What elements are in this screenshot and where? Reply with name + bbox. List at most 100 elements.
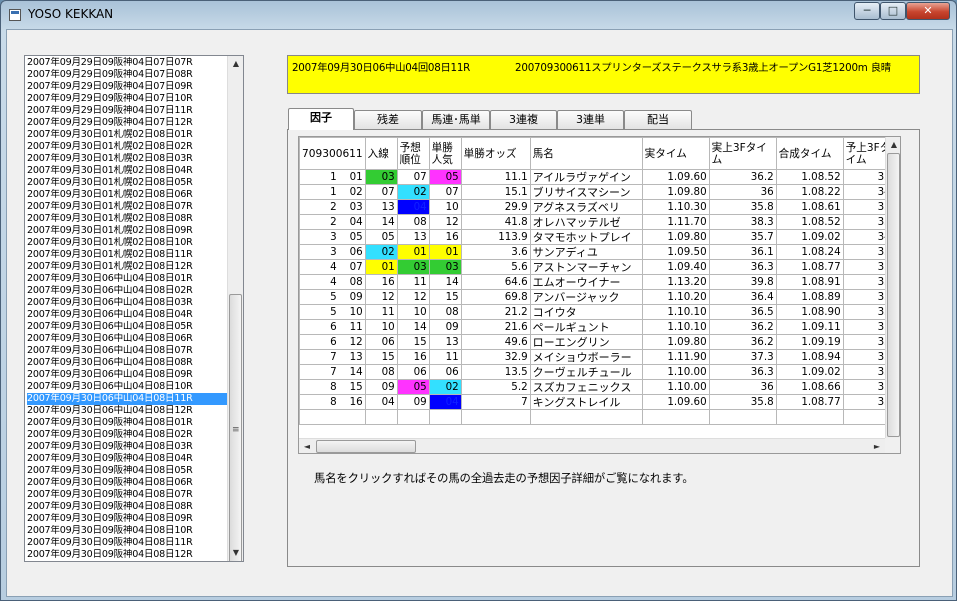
race-list-item[interactable]: 2007年09月30日01札幌02日08日05R	[27, 177, 227, 189]
race-list-item[interactable]: 2007年09月30日01札幌02日08日10R	[27, 237, 227, 249]
horse-name-cell[interactable]: ローエングリン	[529, 334, 643, 350]
table-row[interactable]: 51011100821.2コイウタ1.10.1036.51.08.9035	[299, 304, 894, 320]
race-list-item[interactable]: 2007年09月30日06中山04日08日10R	[27, 381, 227, 393]
grid-horizontal-thumb[interactable]	[316, 440, 416, 453]
column-header[interactable]: 実上3Fタイム	[708, 137, 777, 170]
race-list-item[interactable]: 2007年09月30日09阪神04日08日01R	[27, 417, 227, 429]
column-header[interactable]: 単勝人気	[428, 137, 462, 170]
race-list-item[interactable]: 2007年09月29日09阪神04日07日10R	[27, 93, 227, 105]
race-list-item[interactable]: 2007年09月30日06中山04日08日11R	[27, 393, 227, 405]
race-list-item[interactable]: 2007年09月30日09阪神04日08日06R	[27, 477, 227, 489]
table-row[interactable]: 4070103035.6アストンマーチャン1.09.4036.31.08.773…	[299, 259, 894, 275]
horse-name-cell[interactable]: エムオーウイナー	[529, 274, 643, 290]
race-list-item[interactable]: 2007年09月30日01札幌02日08日07R	[27, 201, 227, 213]
table-row[interactable]: 3 05 05 13 16 113.9 タマモホットプレイ 1.09.80 35.7 1.09.0…	[299, 229, 894, 245]
race-list-item[interactable]: 2007年09月30日09阪神04日08日05R	[27, 465, 227, 477]
horse-name-cell[interactable]: アストンマーチャン	[529, 259, 643, 275]
race-list-item[interactable]: 2007年09月29日09阪神04日07日07R	[27, 57, 227, 69]
horse-name-cell[interactable]: ブリサイスマシーン	[529, 184, 643, 200]
race-list-item[interactable]: 2007年09月30日01札幌02日08日04R	[27, 165, 227, 177]
race-list-item[interactable]: 2007年09月30日01札幌02日08日02R	[27, 141, 227, 153]
table-row[interactable]: 7 13 15 16 11 32.9 メイショウボーラー 1.11.90 37.3 1.08.94…	[299, 349, 894, 365]
result-grid[interactable]: 709300611 入線 予想順位 単勝人気 単勝オッズ 馬名 実タイム 実上3Fタイム 合成タ…	[298, 136, 901, 454]
tab-inshi[interactable]: 因子	[288, 108, 354, 130]
table-row[interactable]: 8160409047キングストレイル1.09.6035.81.08.7735	[299, 394, 894, 410]
grid-scroll-up-arrow-icon[interactable]: ▲	[886, 137, 900, 153]
grid-scroll-left-arrow-icon[interactable]: ◄	[299, 439, 315, 453]
horse-name-cell[interactable]: キングストレイル	[529, 394, 643, 410]
grid-horizontal-scrollbar[interactable]: ◄ ►	[299, 438, 885, 453]
scroll-thumb[interactable]: ≡	[229, 294, 242, 561]
table-row[interactable]: 20414081241.8オレハマッテルゼ1.11.7038.31.08.523…	[299, 214, 894, 230]
column-header[interactable]: 実タイム	[641, 137, 710, 170]
race-list-item[interactable]: 2007年09月30日09阪神04日08日11R	[27, 537, 227, 549]
race-list-scrollbar[interactable]: ▲ ≡ ▼	[227, 56, 243, 561]
table-row[interactable]: 61110140921.6ペールギュント1.10.1036.21.09.1135	[299, 319, 894, 335]
race-list-item[interactable]: 2007年09月30日01札幌02日08日09R	[27, 225, 227, 237]
race-list-item[interactable]: 2007年09月30日06中山04日08日12R	[27, 405, 227, 417]
minimize-button[interactable]: ─	[854, 2, 880, 20]
horse-name-cell[interactable]: メイショウボーラー	[529, 349, 643, 365]
race-list-item[interactable]: 2007年09月30日06中山04日08日03R	[27, 297, 227, 309]
race-list-item[interactable]: 2007年09月30日09阪神04日08日07R	[27, 489, 227, 501]
table-row[interactable]: 7 14 08 06 06 13.5 クーヴェルチュール 1.10.00 36.3 1.09.02…	[299, 364, 894, 380]
race-list-item[interactable]: 2007年09月30日01札幌02日08日08R	[27, 213, 227, 225]
table-row[interactable]: 1 01 03 07 05 11.1 アイルラヴァゲイン 1.09.60 36.2 1.08.52…	[299, 169, 894, 185]
horse-name-cell[interactable]: ペールギュント	[529, 319, 643, 335]
column-header[interactable]: 709300611	[299, 137, 366, 170]
race-list-item[interactable]: 2007年09月30日06中山04日08日07R	[27, 345, 227, 357]
grid-vertical-thumb[interactable]	[887, 153, 900, 437]
race-list-item[interactable]: 2007年09月30日09阪神04日08日04R	[27, 453, 227, 465]
scroll-up-arrow-icon[interactable]: ▲	[228, 56, 243, 72]
maximize-button[interactable]: □	[880, 2, 906, 20]
grid-vertical-scrollbar[interactable]: ▲	[885, 137, 900, 438]
race-list-item[interactable]: 2007年09月29日09阪神04日07日08R	[27, 69, 227, 81]
column-header[interactable]: 合成タイム	[775, 137, 844, 170]
race-list-item[interactable]: 2007年09月29日09阪神04日07日12R	[27, 117, 227, 129]
tab-zansa[interactable]: 残差	[354, 110, 422, 130]
horse-name-cell[interactable]: オレハマッテルゼ	[529, 214, 643, 230]
tab-umaren-umatan[interactable]: 馬連･馬単	[422, 110, 490, 130]
horse-name-cell[interactable]: クーヴェルチュール	[529, 364, 643, 380]
table-row[interactable]: 20313041029.9アグネスラズベリ1.10.3035.81.08.613…	[299, 199, 894, 215]
tab-sanrenpuku[interactable]: 3連複	[490, 110, 557, 130]
race-list-item[interactable]: 2007年09月30日06中山04日08日09R	[27, 369, 227, 381]
scroll-down-arrow-icon[interactable]: ▼	[228, 545, 243, 561]
tab-haitou[interactable]: 配当	[624, 110, 692, 130]
race-list-item[interactable]: 2007年09月30日09阪神04日08日09R	[27, 513, 227, 525]
tab-sanrentan[interactable]: 3連単	[557, 110, 624, 130]
column-header[interactable]: 馬名	[529, 137, 643, 170]
grid-scroll-right-arrow-icon[interactable]: ►	[869, 439, 885, 453]
horse-name-cell[interactable]: コイウタ	[529, 304, 643, 320]
race-list-item[interactable]: 2007年09月30日06中山04日08日01R	[27, 273, 227, 285]
race-list-item[interactable]: 2007年09月30日06中山04日08日08R	[27, 357, 227, 369]
race-list-item[interactable]: 2007年09月30日01札幌02日08日11R	[27, 249, 227, 261]
table-row[interactable]: 61206151349.6ローエングリン1.09.8036.21.09.1935	[299, 334, 894, 350]
title-bar[interactable]: YOSO KEKKAN ─ □ ✕	[1, 1, 956, 29]
table-row[interactable]: 3060201013.6サンアディユ1.09.5036.11.08.2435	[299, 244, 894, 260]
race-list-item[interactable]: 2007年09月30日09阪神04日08日10R	[27, 525, 227, 537]
race-list-item[interactable]: 2007年09月30日01札幌02日08日01R	[27, 129, 227, 141]
table-row[interactable]: 10207020715.1ブリサイスマシーン1.09.80361.08.2234	[299, 184, 894, 200]
horse-name-cell[interactable]: スズカフェニックス	[529, 379, 643, 395]
column-header[interactable]: 入線	[364, 137, 398, 170]
race-list-item[interactable]: 2007年09月30日06中山04日08日04R	[27, 309, 227, 321]
race-list-item[interactable]: 2007年09月30日06中山04日08日06R	[27, 333, 227, 345]
column-header[interactable]: 単勝オッズ	[460, 137, 531, 170]
race-list-item[interactable]: 2007年09月30日01札幌02日08日06R	[27, 189, 227, 201]
race-list-item[interactable]: 2007年09月30日09阪神04日08日03R	[27, 441, 227, 453]
race-list-item[interactable]: 2007年09月30日06中山04日08日05R	[27, 321, 227, 333]
race-list-item[interactable]: 2007年09月29日09阪神04日07日09R	[27, 81, 227, 93]
close-button[interactable]: ✕	[906, 2, 950, 20]
column-header[interactable]: 予想順位	[396, 137, 430, 170]
race-list[interactable]: 2007年09月29日09阪神04日07日07R 2007年09月29日09阪神0…	[24, 55, 244, 562]
race-list-item[interactable]: 2007年09月30日06中山04日08日02R	[27, 285, 227, 297]
race-list-item[interactable]: 2007年09月30日09阪神04日08日02R	[27, 429, 227, 441]
horse-name-cell[interactable]: サンアディユ	[529, 244, 643, 260]
horse-name-cell[interactable]: タマモホットプレイ	[529, 229, 643, 245]
table-row[interactable]: 50912121569.8アンバージャック1.10.2036.41.08.893…	[299, 289, 894, 305]
horse-name-cell[interactable]: アンバージャック	[529, 289, 643, 305]
race-list-item[interactable]: 2007年09月29日09阪神04日07日11R	[27, 105, 227, 117]
table-row[interactable]: 40816111464.6エムオーウイナー1.13.2039.81.08.913…	[299, 274, 894, 290]
race-list-item[interactable]: 2007年09月30日09阪神04日08日08R	[27, 501, 227, 513]
